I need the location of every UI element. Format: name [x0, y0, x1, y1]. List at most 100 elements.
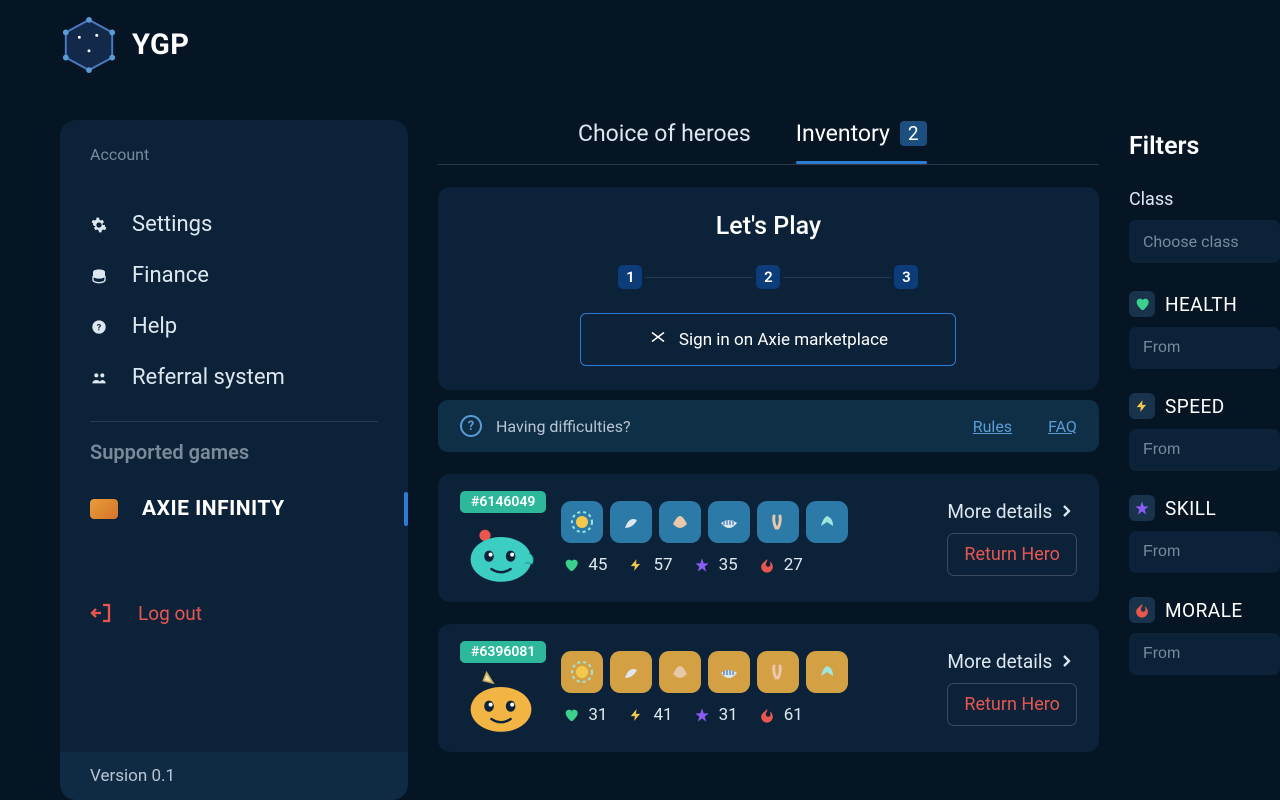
logout-button[interactable]: Log out: [60, 586, 408, 640]
tab-label: Choice of heroes: [578, 120, 751, 147]
heart-icon: [1129, 291, 1155, 317]
users-icon: [90, 369, 108, 387]
version-label: Version 0.1: [60, 752, 408, 800]
stat: 35: [692, 555, 738, 575]
return-hero-button[interactable]: Return Hero: [947, 533, 1077, 576]
return-hero-button[interactable]: Return Hero: [947, 683, 1077, 726]
more-details-link[interactable]: More details: [947, 500, 1072, 523]
coins-icon: [90, 267, 108, 285]
trait-icon: [757, 501, 799, 543]
fire-icon: [1129, 597, 1155, 623]
account-label: Account: [60, 145, 408, 199]
divider: [90, 421, 378, 422]
stepper: 1 2 3: [468, 265, 1069, 289]
trait-icon: [708, 501, 750, 543]
sidebar-item-settings[interactable]: Settings: [90, 199, 378, 250]
step-1: 1: [618, 265, 642, 289]
step-2: 2: [756, 265, 780, 289]
star-icon: [1129, 495, 1155, 521]
nav-label: Help: [132, 314, 177, 339]
trait-icon: [561, 651, 603, 693]
filter-morale-from[interactable]: [1129, 633, 1280, 675]
filter-class-select[interactable]: Choose class: [1129, 220, 1280, 263]
stat-value: 57: [653, 555, 672, 575]
filter-speed-from[interactable]: [1129, 429, 1280, 471]
trait-icon: [757, 651, 799, 693]
stat: 57: [626, 555, 672, 575]
logo: YGP: [60, 16, 190, 74]
signin-button[interactable]: Sign in on Axie marketplace: [580, 313, 956, 366]
filters-title: Filters: [1129, 132, 1280, 161]
nav-label: Finance: [132, 263, 209, 288]
stat: 41: [626, 705, 672, 725]
logo-text: YGP: [132, 28, 190, 62]
filter-health-from[interactable]: [1129, 327, 1280, 369]
question-icon: ?: [460, 415, 482, 437]
chevron-right-icon: [1062, 650, 1072, 673]
trait-icon: [708, 651, 750, 693]
hero-card: #639608131413161More detailsReturn Hero: [438, 624, 1099, 752]
tab-choice-heroes[interactable]: Choice of heroes: [578, 120, 751, 163]
play-title: Let's Play: [468, 212, 1069, 241]
stat-value: 45: [588, 555, 607, 575]
filters-panel: Filters Class Choose class HEALTH SPEED SK…: [1129, 120, 1280, 800]
logo-icon: [60, 16, 118, 74]
trait-icon: [806, 501, 848, 543]
signin-label: Sign in on Axie marketplace: [679, 330, 888, 350]
filter-stat-label: MORALE: [1165, 599, 1243, 622]
filter-stat-skill: SKILL: [1129, 495, 1280, 521]
heart-icon: [561, 705, 581, 725]
axie-icon: [649, 328, 667, 351]
sidebar-item-referral[interactable]: Referral system: [90, 352, 378, 403]
filter-stat-morale: MORALE: [1129, 597, 1280, 623]
supported-games-title: Supported games: [60, 440, 408, 482]
filter-stat-speed: SPEED: [1129, 393, 1280, 419]
tab-label: Inventory: [796, 120, 890, 147]
sidebar-item-help[interactable]: ? Help: [90, 301, 378, 352]
logout-label: Log out: [138, 602, 202, 625]
stat: 45: [561, 555, 607, 575]
heart-icon: [561, 555, 581, 575]
game-icon: [90, 499, 118, 519]
hero-image: [460, 671, 542, 735]
tabs: Choice of heroes Inventory 2: [438, 120, 1099, 165]
play-card: Let's Play 1 2 3 Sign in on Axie marketp…: [438, 187, 1099, 390]
logout-icon: [90, 601, 114, 625]
stat-value: 27: [784, 555, 803, 575]
nav-label: Referral system: [132, 365, 285, 390]
stat: 31: [561, 705, 607, 725]
stat-value: 31: [588, 705, 607, 725]
star-icon: [692, 705, 712, 725]
trait-icon: [806, 651, 848, 693]
trait-icon: [610, 501, 652, 543]
inventory-count-badge: 2: [900, 121, 927, 146]
trait-icon: [659, 651, 701, 693]
more-details-link[interactable]: More details: [947, 650, 1072, 673]
game-name: AXIE INFINITY: [142, 497, 285, 521]
rules-link[interactable]: Rules: [973, 417, 1012, 436]
fire-icon: [757, 705, 777, 725]
filter-class-label: Class: [1129, 189, 1280, 210]
sidebar-item-finance[interactable]: Finance: [90, 250, 378, 301]
sidebar: Account Settings Finance ? Help Referral…: [60, 120, 408, 800]
trait-icon: [561, 501, 603, 543]
star-icon: [692, 555, 712, 575]
game-axie-infinity[interactable]: AXIE INFINITY: [60, 482, 408, 536]
filter-stat-label: SKILL: [1165, 497, 1216, 520]
difficulties-bar: ? Having difficulties? Rules FAQ: [438, 400, 1099, 452]
bolt-icon: [626, 705, 646, 725]
svg-text:?: ?: [97, 322, 102, 333]
hero-id-badge: #6146049: [460, 491, 546, 513]
step-3: 3: [894, 265, 918, 289]
tab-inventory[interactable]: Inventory 2: [796, 120, 927, 163]
filter-skill-from[interactable]: [1129, 531, 1280, 573]
fire-icon: [757, 555, 777, 575]
stat: 31: [692, 705, 738, 725]
trait-icon: [610, 651, 652, 693]
hero-image: [460, 521, 542, 585]
gear-icon: [90, 216, 108, 234]
faq-link[interactable]: FAQ: [1048, 417, 1077, 436]
stat-value: 61: [784, 705, 803, 725]
trait-icon: [659, 501, 701, 543]
filter-stat-health: HEALTH: [1129, 291, 1280, 317]
